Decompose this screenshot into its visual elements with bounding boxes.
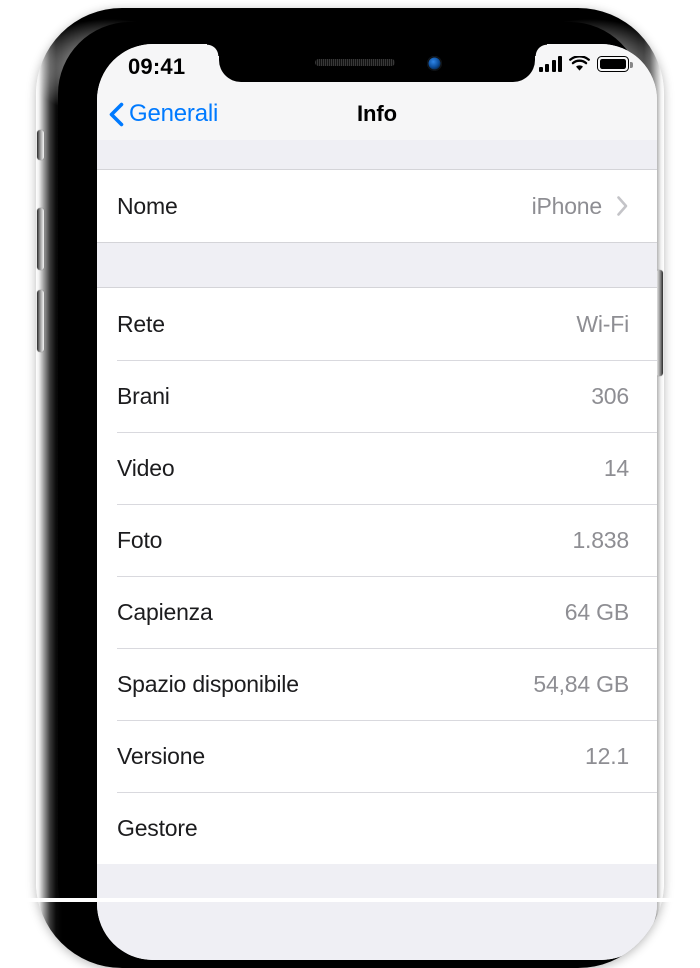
navigation-bar: Generali Info [97, 88, 657, 140]
row-label: Versione [117, 742, 205, 769]
notch-fillet-right [535, 44, 547, 56]
mute-switch[interactable] [37, 130, 44, 160]
side-power-button[interactable] [656, 270, 663, 376]
row-value: 306 [591, 382, 629, 409]
row-value: 1.838 [572, 526, 629, 553]
page-title: Info [357, 101, 397, 126]
row-label: Foto [117, 526, 163, 553]
iphone-screen: 09:41 Generali Info Nome iPhone Rete Wi-… [97, 44, 657, 960]
chevron-right-icon [617, 196, 628, 216]
screenshot-stage: 09:41 Generali Info Nome iPhone Rete Wi-… [0, 0, 700, 968]
screen-bezel: 09:41 Generali Info Nome iPhone Rete Wi-… [58, 22, 657, 960]
row-capienza: Capienza 64 GB [97, 576, 657, 648]
status-bar-time: 09:41 [128, 54, 186, 79]
iphone-device-frame: 09:41 Generali Info Nome iPhone Rete Wi-… [36, 8, 664, 968]
row-label: Gestore [117, 814, 198, 841]
row-value: 14 [603, 454, 629, 481]
row-gestore: Gestore [97, 792, 657, 864]
row-value: 12.1 [585, 742, 629, 769]
page-bottom-edge [0, 898, 700, 902]
row-rete: Rete Wi-Fi [97, 288, 657, 360]
row-video: Video 14 [97, 432, 657, 504]
row-value: Wi-Fi [576, 310, 629, 337]
row-value: iPhone [531, 192, 603, 219]
row-label: Rete [117, 310, 165, 337]
status-bar-indicators [538, 56, 633, 72]
row-label: Nome [117, 192, 178, 219]
row-spazio-disponibile: Spazio disponibile 54,84 GB [97, 648, 657, 720]
settings-table-view[interactable]: Nome iPhone Rete Wi-Fi Brani 306 Video 14 Foto 1… [97, 140, 657, 960]
section-gap-middle [97, 242, 657, 288]
battery-full-icon [597, 56, 633, 72]
volume-up-button[interactable] [37, 208, 44, 270]
cellular-signal-icon [538, 56, 562, 72]
row-brani: Brani 306 [97, 360, 657, 432]
volume-down-button[interactable] [37, 290, 44, 352]
section-gap-top [97, 140, 657, 170]
wifi-icon [569, 56, 590, 71]
display-notch [219, 44, 535, 82]
row-label: Capienza [117, 598, 213, 625]
front-camera-icon [427, 56, 442, 71]
row-foto: Foto 1.838 [97, 504, 657, 576]
name-section: Nome iPhone [97, 170, 657, 242]
speaker-grille-icon [315, 59, 395, 66]
row-label: Video [117, 454, 175, 481]
row-label: Brani [117, 382, 170, 409]
row-label: Spazio disponibile [117, 670, 299, 697]
battery-fill [599, 58, 627, 70]
notch-fillet-left [207, 44, 219, 56]
row-versione: Versione 12.1 [97, 720, 657, 792]
row-nome[interactable]: Nome iPhone [97, 170, 657, 242]
device-info-section: Rete Wi-Fi Brani 306 Video 14 Foto 1.838 Capienz… [97, 288, 657, 864]
row-value: 54,84 GB [533, 670, 629, 697]
row-value: 64 GB [564, 598, 629, 625]
